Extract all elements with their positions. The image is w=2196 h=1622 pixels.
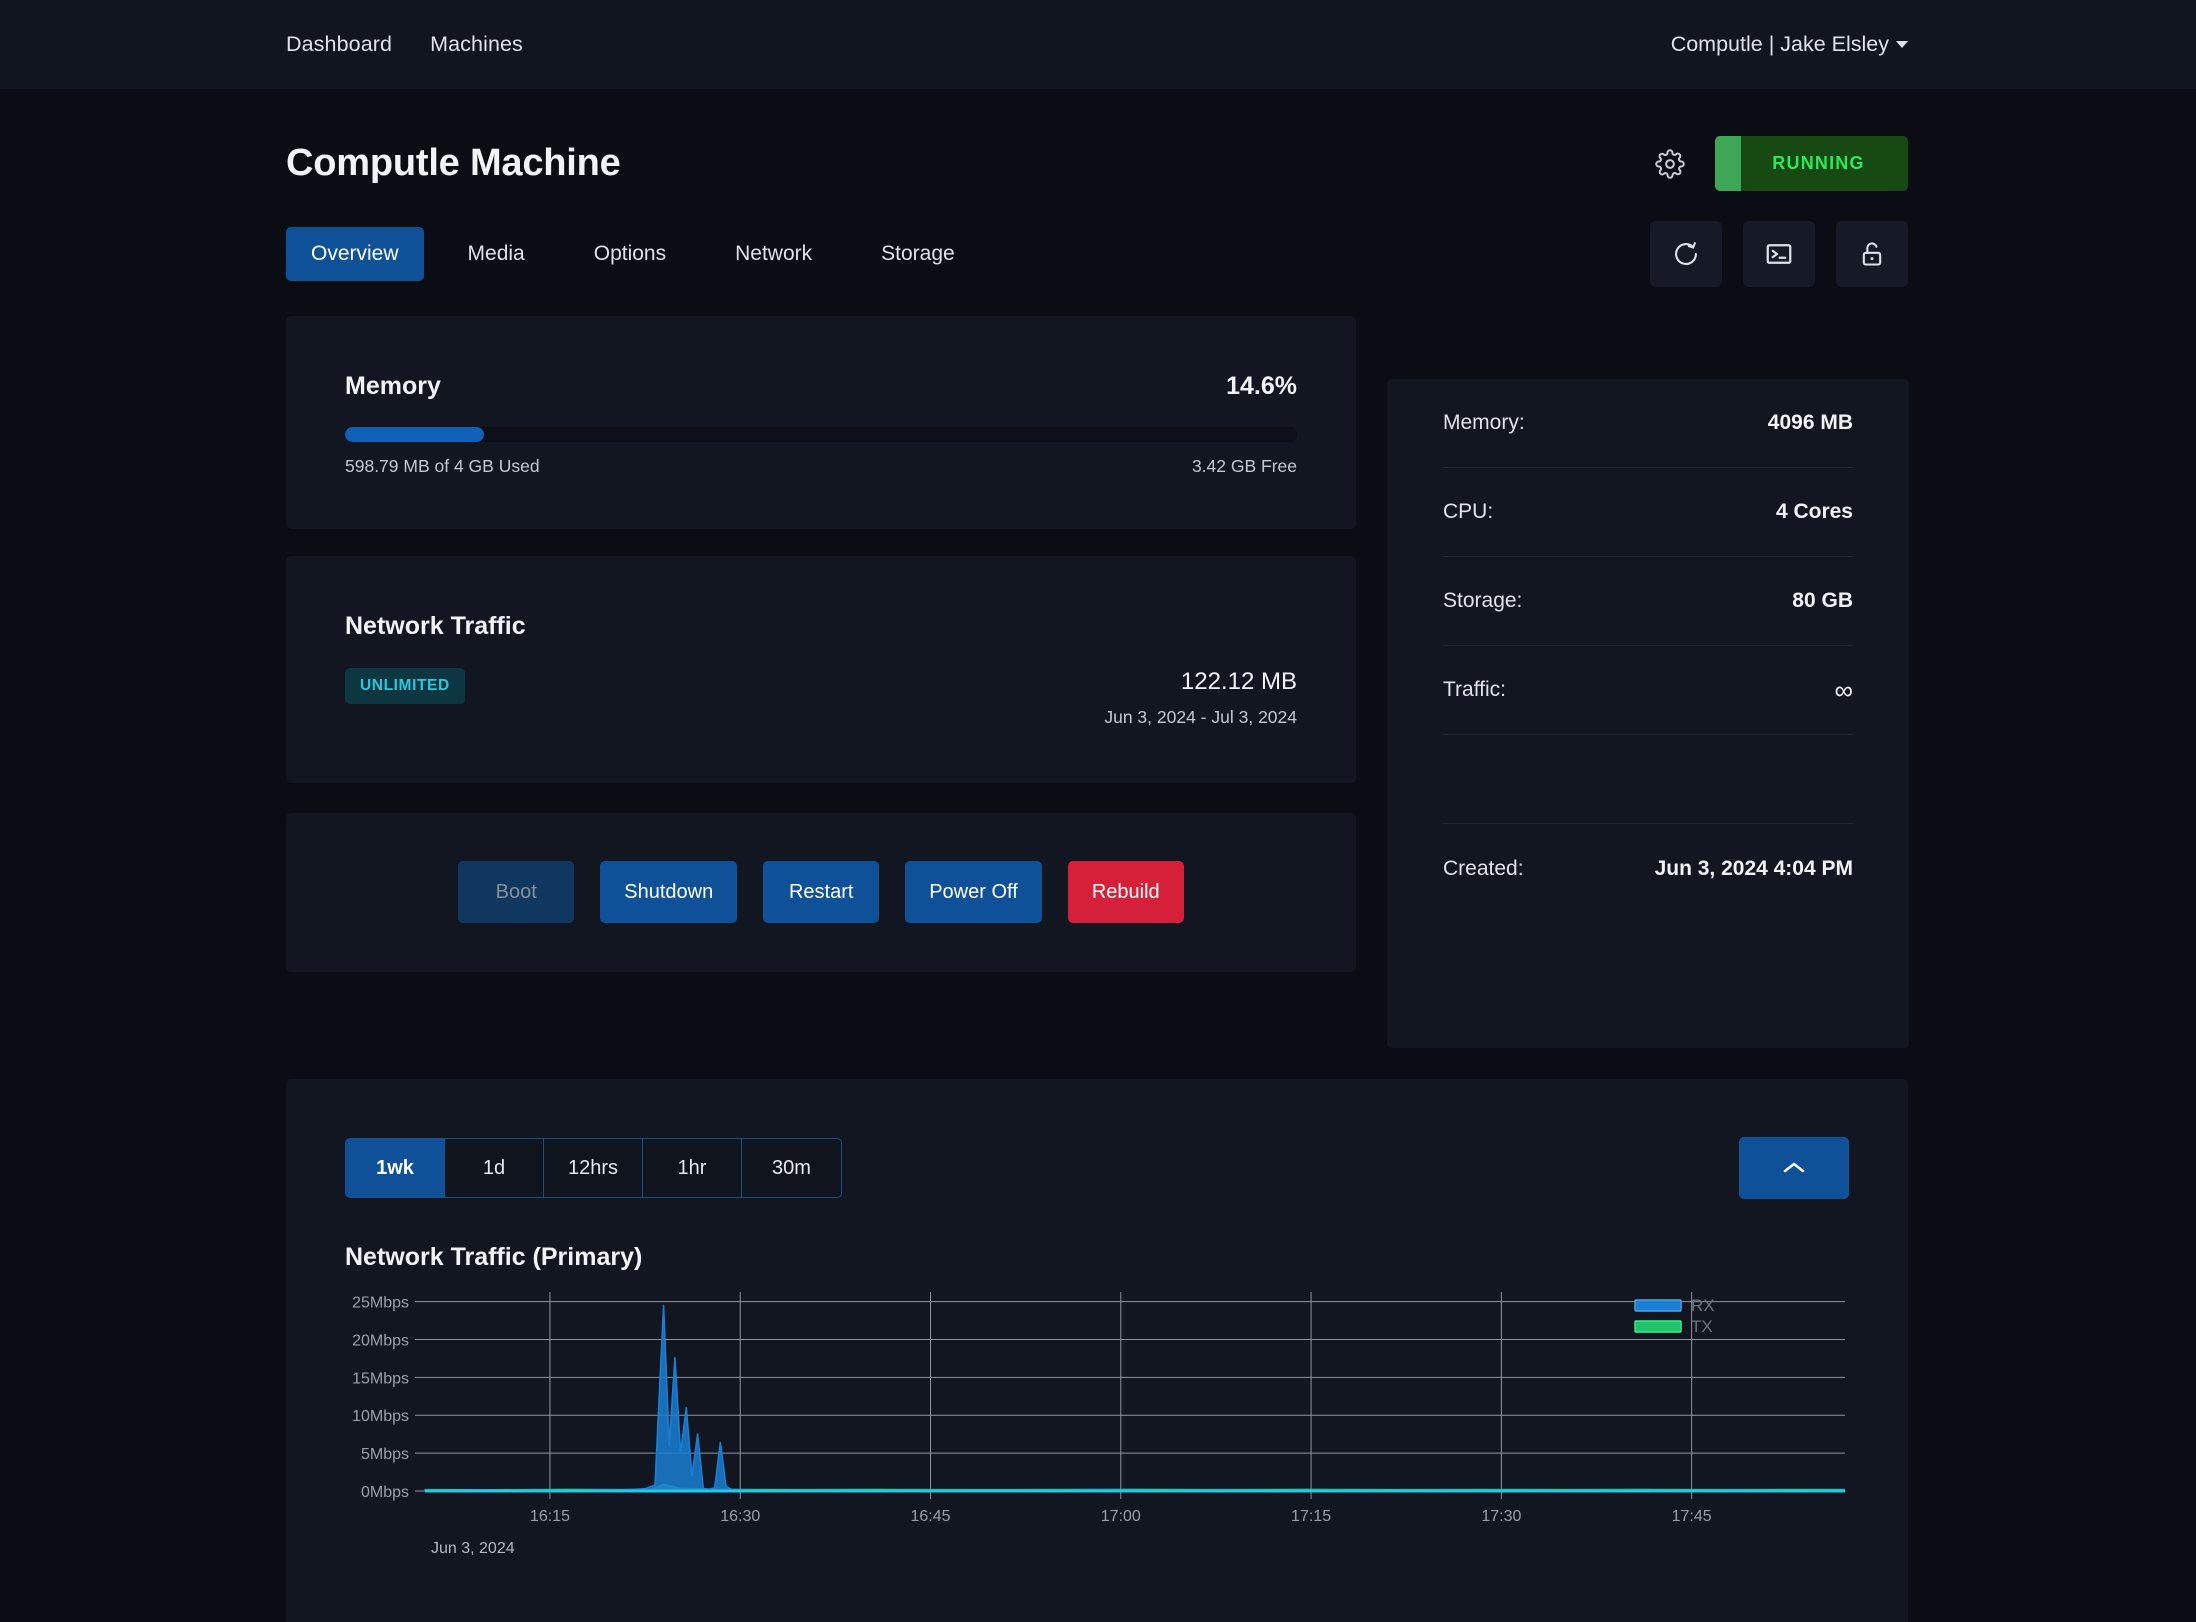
chevron-down-icon [1896,41,1908,48]
spec-value-storage: 80 GB [1792,589,1853,613]
tab-network[interactable]: Network [710,227,837,281]
reload-button[interactable] [1650,221,1722,287]
machine-specs-card: Memory: 4096 MB CPU: 4 Cores Storage: 80… [1387,379,1909,1048]
memory-free-label: 3.42 GB Free [1192,456,1297,477]
spec-row: Created: Jun 3, 2024 4:04 PM [1443,824,1853,913]
gear-icon[interactable] [1653,147,1687,181]
svg-text:17:45: 17:45 [1672,1508,1712,1525]
collapse-chart-button[interactable] [1739,1137,1849,1199]
power-actions-card: Boot Shutdown Restart Power Off Rebuild [286,813,1356,972]
tool-button-group [1650,221,1908,287]
network-traffic-card: Network Traffic UNLIMITED 122.12 MB Jun … [286,556,1356,783]
svg-text:5Mbps: 5Mbps [361,1446,409,1463]
page-content: Computle Machine RUNNING Overview Media … [0,89,2196,1622]
network-traffic-body: UNLIMITED 122.12 MB Jun 3, 2024 - Jul 3,… [345,668,1297,728]
time-range-1d[interactable]: 1d [445,1139,544,1197]
time-range-1wk[interactable]: 1wk [346,1139,445,1197]
time-range-12hrs[interactable]: 12hrs [544,1139,643,1197]
page-header: Computle Machine RUNNING [286,89,1908,191]
chart-svg: 0Mbps 5Mbps 10Mbps 15Mbps 20Mbps 25Mbps 16:15 1… [345,1286,1845,1576]
spec-row: Traffic: ∞ [1443,646,1853,735]
svg-text:16:45: 16:45 [910,1508,950,1525]
tab-list: Overview Media Options Network Storage [286,227,980,281]
graphs-panel: 1wk 1d 12hrs 1hr 30m Network Traffic (Pr… [286,1079,1908,1622]
spec-key-cpu: CPU: [1443,500,1493,524]
chart-controls: 1wk 1d 12hrs 1hr 30m [345,1137,1849,1199]
nav-link-machines[interactable]: Machines [430,32,523,57]
memory-subtext: 598.79 MB of 4 GB Used 3.42 GB Free [345,456,1297,477]
chevron-up-icon [1781,1160,1807,1176]
time-range-1hr[interactable]: 1hr [643,1139,742,1197]
spec-key-traffic: Traffic: [1443,678,1506,702]
svg-text:TX: TX [1691,1317,1713,1336]
network-traffic-amount: 122.12 MB [1104,668,1297,696]
spec-key-created: Created: [1443,857,1524,881]
memory-used-label: 598.79 MB of 4 GB Used [345,456,540,477]
spec-row: Storage: 80 GB [1443,557,1853,646]
network-traffic-title: Network Traffic [345,612,1297,641]
overview-right-column: Memory: 4096 MB CPU: 4 Cores Storage: 80… [1387,316,1909,1048]
unlock-button[interactable] [1836,221,1908,287]
unlimited-badge: UNLIMITED [345,668,465,704]
spec-value-cpu: 4 Cores [1776,500,1853,524]
overview-left-column: Memory 14.6% 598.79 MB of 4 GB Used 3.42… [286,316,1356,972]
svg-text:16:30: 16:30 [720,1508,760,1525]
spec-row-empty [1443,735,1853,824]
power-off-button[interactable]: Power Off [905,861,1042,923]
tabs-toolbar: Overview Media Options Network Storage [286,221,1908,287]
svg-text:17:00: 17:00 [1101,1508,1141,1525]
network-traffic-range: Jun 3, 2024 - Jul 3, 2024 [1104,707,1297,728]
svg-text:17:15: 17:15 [1291,1508,1331,1525]
spec-key-storage: Storage: [1443,589,1522,613]
time-range-selector: 1wk 1d 12hrs 1hr 30m [345,1138,842,1198]
boot-button[interactable]: Boot [458,861,574,923]
svg-text:RX: RX [1691,1296,1715,1315]
svg-text:15Mbps: 15Mbps [352,1370,409,1387]
spec-value-traffic: ∞ [1834,675,1853,706]
spec-row: Memory: 4096 MB [1443,379,1853,468]
rebuild-button[interactable]: Rebuild [1068,861,1184,923]
svg-text:10Mbps: 10Mbps [352,1408,409,1425]
svg-text:17:30: 17:30 [1481,1508,1521,1525]
spec-row: CPU: 4 Cores [1443,468,1853,557]
network-traffic-usage: 122.12 MB Jun 3, 2024 - Jul 3, 2024 [1104,668,1297,728]
tab-storage[interactable]: Storage [856,227,980,281]
restart-button[interactable]: Restart [763,861,879,923]
status-badge[interactable]: RUNNING [1715,136,1908,191]
memory-card-header: Memory 14.6% [345,372,1297,401]
svg-text:0Mbps: 0Mbps [361,1484,409,1501]
memory-progress-fill [345,427,484,442]
tab-overview[interactable]: Overview [286,227,424,281]
memory-progress-bar [345,427,1297,442]
svg-text:20Mbps: 20Mbps [352,1332,409,1349]
user-menu-label: Computle | Jake Elsley [1671,32,1889,57]
spec-value-created: Jun 3, 2024 4:04 PM [1655,857,1853,881]
chart-title: Network Traffic (Primary) [345,1243,1849,1272]
tab-options[interactable]: Options [569,227,691,281]
spec-value-memory: 4096 MB [1768,411,1853,435]
svg-text:Jun 3, 2024: Jun 3, 2024 [431,1540,515,1557]
spec-key-memory: Memory: [1443,411,1525,435]
memory-percent: 14.6% [1226,372,1297,401]
nav-link-dashboard[interactable]: Dashboard [286,32,392,57]
overview-grid: Memory 14.6% 598.79 MB of 4 GB Used 3.42… [286,316,1908,1048]
page-title: Computle Machine [286,142,621,185]
shutdown-button[interactable]: Shutdown [600,861,737,923]
header-actions: RUNNING [1653,136,1908,191]
navbar-links: Dashboard Machines [286,32,523,57]
navbar-user-menu[interactable]: Computle | Jake Elsley [1671,32,1908,57]
network-traffic-chart: 0Mbps 5Mbps 10Mbps 15Mbps 20Mbps 25Mbps 16:15 1… [345,1286,1849,1576]
svg-text:16:15: 16:15 [530,1508,570,1525]
console-button[interactable] [1743,221,1815,287]
top-navbar: Dashboard Machines Computle | Jake Elsle… [0,0,2196,89]
time-range-30m[interactable]: 30m [742,1139,841,1197]
tab-media[interactable]: Media [443,227,550,281]
status-badge-label: RUNNING [1758,153,1864,174]
memory-card: Memory 14.6% 598.79 MB of 4 GB Used 3.42… [286,316,1356,529]
svg-text:25Mbps: 25Mbps [352,1295,409,1312]
memory-card-title: Memory [345,372,441,401]
